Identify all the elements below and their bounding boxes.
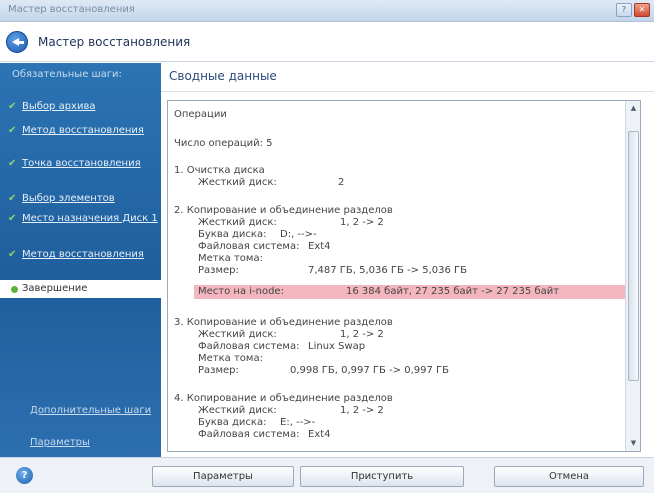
op3-fs-value: Linux Swap	[308, 341, 366, 352]
checkmark-icon: ✔	[8, 158, 17, 169]
panel-title: Сводные данные	[169, 69, 277, 83]
op2-hdd-value: 1, 2 -> 2	[340, 217, 384, 228]
op2-vol-label: Метка тома:	[198, 253, 263, 264]
wizard-title: Мастер восстановления	[38, 35, 191, 49]
operations-heading: Операции	[174, 109, 227, 120]
op2-free-label: Место на i-node:	[198, 286, 284, 297]
op2-free-value: 16 384 байт, 27 235 байт -> 27 235 байт	[346, 286, 560, 297]
checkmark-icon: ✔	[8, 213, 17, 224]
op1-hdd-value: 2	[338, 177, 345, 188]
sidebar-step-method[interactable]: ✔ Метод восстановления	[8, 125, 160, 136]
op2-letter-value: D:, -->-	[280, 229, 317, 240]
window-controls: ? ✕	[616, 3, 650, 17]
op3-size-value: 0,998 ГБ, 0,997 ГБ -> 0,997 ГБ	[290, 365, 449, 376]
proceed-button[interactable]: Приступить	[300, 466, 464, 487]
op2-fs-value: Ext4	[308, 241, 331, 252]
step-label: Завершение	[22, 283, 88, 294]
vertical-scrollbar[interactable]: ▲ ▼	[625, 101, 640, 451]
back-arrow-icon[interactable]	[6, 31, 28, 53]
step-label: Метод восстановления	[22, 125, 144, 136]
divider	[161, 91, 654, 92]
op1-title: 1. Очистка диска	[174, 165, 265, 176]
op3-vol-label: Метка тома:	[198, 353, 263, 364]
options-button[interactable]: Параметры	[152, 466, 294, 487]
step-label: Место назначения Диск 1	[22, 213, 158, 224]
op2-letter-label: Буква диска:	[198, 229, 267, 240]
sidebar-step-finish[interactable]: Завершение	[0, 280, 161, 298]
checkmark-icon: ✔	[8, 125, 17, 136]
op4-fs-label: Файловая система:	[198, 429, 300, 440]
operations-content: Операции Число операций: 5 1. Очистка ди…	[168, 101, 626, 451]
scroll-up-icon[interactable]: ▲	[627, 102, 640, 115]
step-label: Выбор элементов	[22, 193, 115, 204]
help-icon[interactable]: ?	[16, 467, 33, 484]
summary-panel: Сводные данные Операции Число операций: …	[161, 63, 654, 457]
options-link[interactable]: Параметры	[30, 437, 90, 449]
op2-title: 2. Копирование и объединение разделов	[174, 205, 393, 216]
op3-fs-label: Файловая система:	[198, 341, 300, 352]
required-steps-title: Обязательные шаги:	[12, 69, 122, 80]
checkmark-icon: ✔	[8, 101, 17, 112]
sidebar-step-archive[interactable]: ✔ Выбор архива	[8, 101, 160, 112]
checkmark-icon: ✔	[8, 249, 17, 260]
wizard-footer: ? Параметры Приступить Отмена	[0, 457, 654, 493]
wizard-header: Мастер восстановления	[0, 22, 654, 62]
op2-size-value: 7,487 ГБ, 5,036 ГБ -> 5,036 ГБ	[308, 265, 467, 276]
sidebar-step-point[interactable]: ✔ Точка восстановления	[8, 158, 160, 169]
checkmark-icon: ✔	[8, 193, 17, 204]
steps-sidebar: Обязательные шаги: ✔ Выбор архива ✔ Мето…	[0, 63, 161, 457]
window-title-bar: Мастер восстановления ? ✕	[0, 0, 654, 22]
op3-hdd-label: Жесткий диск:	[198, 329, 277, 340]
sidebar-step-items[interactable]: ✔ Выбор элементов	[8, 193, 160, 204]
op1-hdd-label: Жесткий диск:	[198, 177, 277, 188]
op2-hdd-label: Жесткий диск:	[198, 217, 277, 228]
current-step-dot-icon	[11, 286, 18, 293]
cancel-button[interactable]: Отмена	[494, 466, 644, 487]
op3-size-label: Размер:	[198, 365, 239, 376]
operations-count: Число операций: 5	[174, 138, 273, 149]
operations-list[interactable]: Операции Число операций: 5 1. Очистка ди…	[167, 100, 641, 452]
op4-letter-label: Буква диска:	[198, 417, 267, 428]
op2-fs-label: Файловая система:	[198, 241, 300, 252]
op2-size-label: Размер:	[198, 265, 239, 276]
scrollbar-thumb[interactable]	[628, 131, 639, 381]
sidebar-step-method-2[interactable]: ✔ Метод восстановления	[8, 249, 160, 260]
op4-title: 4. Копирование и объединение разделов	[174, 393, 393, 404]
op4-hdd-value: 1, 2 -> 2	[340, 405, 384, 416]
optional-steps-link[interactable]: Дополнительные шаги	[30, 405, 151, 417]
step-label: Выбор архива	[22, 101, 96, 112]
step-label: Метод восстановления	[22, 249, 144, 260]
op3-hdd-value: 1, 2 -> 2	[340, 329, 384, 340]
close-window-button[interactable]: ✕	[634, 3, 650, 17]
window-title: Мастер восстановления	[8, 4, 135, 15]
step-label: Точка восстановления	[22, 158, 141, 169]
op4-letter-value: E:, -->-	[280, 417, 316, 428]
sidebar-step-destination[interactable]: ✔ Место назначения Диск 1	[8, 213, 160, 224]
op4-hdd-label: Жесткий диск:	[198, 405, 277, 416]
scroll-down-icon[interactable]: ▼	[627, 437, 640, 450]
op4-fs-value: Ext4	[308, 429, 331, 440]
help-window-button[interactable]: ?	[616, 3, 632, 17]
op3-title: 3. Копирование и объединение разделов	[174, 317, 393, 328]
